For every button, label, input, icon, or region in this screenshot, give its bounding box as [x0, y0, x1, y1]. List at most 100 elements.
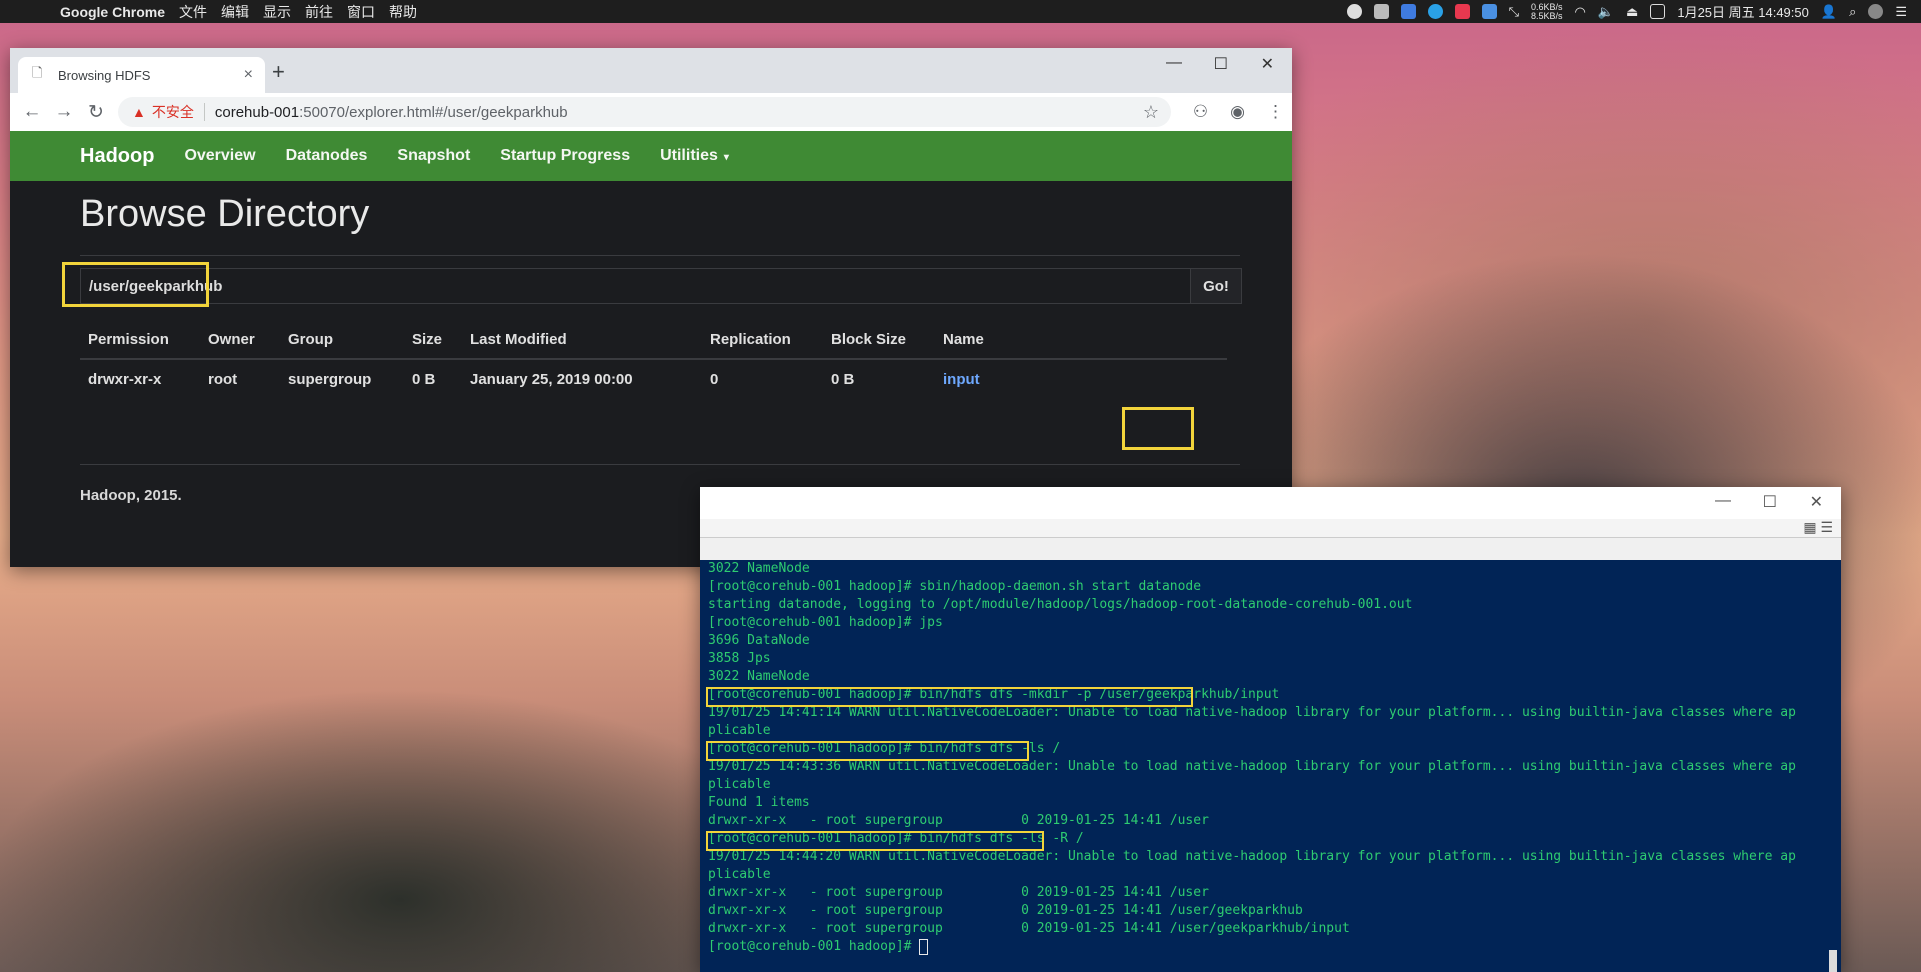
- highlight-mkdir-command: [706, 687, 1193, 707]
- minimize-icon[interactable]: —: [1166, 54, 1182, 72]
- menu-view[interactable]: 显示: [263, 2, 291, 22]
- terminal-close-icon[interactable]: ✕: [1810, 492, 1823, 512]
- terminal-line: drwxr-xr-x - root supergroup 0 2019-01-2…: [708, 921, 1350, 936]
- terminal-line: plicable: [708, 777, 771, 792]
- table-row: drwxr-xr-x root supergroup 0 B January 2…: [80, 359, 1227, 398]
- directory-link-input[interactable]: input: [943, 371, 980, 388]
- link-icon[interactable]: ⤡: [1509, 4, 1519, 20]
- user-icon[interactable]: 👤: [1821, 4, 1837, 20]
- tab-title: Browsing HDFS: [58, 67, 151, 83]
- col-last-modified[interactable]: Last Modified: [462, 324, 702, 360]
- col-owner[interactable]: Owner: [200, 324, 280, 360]
- spotlight-search-icon[interactable]: ⌕: [1849, 4, 1856, 20]
- toolbar-actions: ⚇ ◉ ⋮: [1193, 93, 1284, 131]
- cell-replication: 0: [710, 371, 719, 388]
- input-method-icon[interactable]: [1650, 4, 1666, 19]
- hadoop-brand[interactable]: Hadoop: [80, 145, 154, 168]
- nav-startup-progress[interactable]: Startup Progress: [500, 147, 630, 165]
- not-secure-label[interactable]: 不安全: [152, 102, 194, 122]
- browser-toolbar: ← → ↻ ▲ 不安全 corehub-001 :50070/explorer.…: [10, 93, 1292, 131]
- back-icon[interactable]: ←: [16, 101, 48, 123]
- nav-snapshot[interactable]: Snapshot: [397, 147, 470, 165]
- terminal-line: Found 1 items: [708, 795, 810, 810]
- tab-browsing-hdfs[interactable]: 🗋 Browsing HDFS ×: [18, 57, 265, 93]
- menu-window[interactable]: 窗口: [347, 2, 375, 22]
- nav-utilities[interactable]: Utilities ▾: [660, 147, 729, 165]
- col-block-size[interactable]: Block Size: [823, 324, 935, 360]
- translate-icon[interactable]: [1481, 4, 1497, 19]
- footer-text: Hadoop, 2015.: [80, 487, 182, 504]
- layout-grid-icon[interactable]: ▦ ☰: [1803, 519, 1833, 536]
- terminal-console[interactable]: 3022 NameNode [root@corehub-001 hadoop]# …: [700, 560, 1841, 972]
- network-speed: 0.6KB/s 8.5KB/s: [1530, 2, 1563, 21]
- new-tab-icon[interactable]: +: [272, 59, 285, 85]
- terminal-line: plicable: [708, 867, 771, 882]
- profile-icon[interactable]: ◉: [1230, 102, 1245, 122]
- terminal-maximize-icon[interactable]: ☐: [1763, 492, 1777, 512]
- terminal-line: 3858 Jps: [708, 651, 771, 666]
- table-header-row: Permission Owner Group Size Last Modifie…: [80, 324, 1227, 360]
- terminal-line: [root@corehub-001 hadoop]#: [708, 938, 1841, 956]
- extension-icon[interactable]: ⚇: [1193, 102, 1208, 122]
- nav-overview[interactable]: Overview: [184, 147, 255, 165]
- eject-icon[interactable]: ⏏: [1626, 4, 1638, 20]
- notification-center-icon[interactable]: ☰: [1895, 4, 1907, 20]
- path-input-group: /user/geekparkhub Go!: [80, 268, 1242, 304]
- terminal-titlebar: — ☐ ✕: [700, 487, 1841, 519]
- terminal-line: starting datanode, logging to /opt/modul…: [708, 597, 1413, 612]
- volume-icon[interactable]: 🔈: [1598, 4, 1614, 20]
- forward-icon[interactable]: →: [48, 101, 80, 123]
- terminal-scrollbar[interactable]: [1829, 950, 1837, 972]
- menu-go[interactable]: 前往: [305, 2, 333, 22]
- col-size[interactable]: Size: [404, 324, 462, 360]
- address-bar[interactable]: ▲ 不安全 corehub-001 :50070/explorer.html#/…: [118, 97, 1171, 127]
- terminal-line: 3022 NameNode: [708, 669, 810, 684]
- net-down: 8.5KB/s: [1530, 10, 1563, 21]
- document-icon: 🗋: [32, 65, 43, 80]
- caret-down-icon: ▾: [723, 152, 729, 163]
- nav-utilities-label: Utilities: [660, 147, 718, 164]
- window-close-icon[interactable]: ✕: [1261, 54, 1274, 74]
- directory-table: Permission Owner Group Size Last Modifie…: [80, 324, 1227, 398]
- divider: [80, 255, 1240, 256]
- wifi-icon[interactable]: ◠: [1575, 4, 1586, 20]
- terminal-toolbar: ▦ ☰: [700, 519, 1841, 538]
- terminal-line: [root@corehub-001 hadoop]# sbin/hadoop-d…: [708, 579, 1202, 594]
- menu-edit[interactable]: 编辑: [221, 2, 249, 22]
- bookmark-star-icon[interactable]: ☆: [1143, 102, 1159, 123]
- maximize-icon[interactable]: ☐: [1214, 54, 1228, 74]
- cell-permission: drwxr-xr-x: [88, 371, 162, 388]
- nav-datanodes[interactable]: Datanodes: [286, 147, 368, 165]
- chat-icon[interactable]: [1427, 4, 1443, 19]
- terminal-cursor: [919, 938, 929, 955]
- siri-icon[interactable]: [1868, 4, 1884, 19]
- terminal-minimize-icon[interactable]: —: [1715, 492, 1731, 510]
- col-replication[interactable]: Replication: [702, 324, 823, 360]
- terminal-line: [root@corehub-001 hadoop]# jps: [708, 615, 943, 630]
- highlight-ls-r-command: [706, 831, 1044, 851]
- music-icon[interactable]: [1454, 4, 1470, 19]
- hadoop-navbar: Hadoop Overview Datanodes Snapshot Start…: [10, 131, 1292, 181]
- footer-divider: [80, 464, 1240, 465]
- terminal-line: 3022 NameNode: [708, 561, 810, 576]
- menu-app-name[interactable]: Google Chrome: [60, 4, 165, 20]
- col-group[interactable]: Group: [280, 324, 404, 360]
- datetime[interactable]: 1月25日 周五 14:49:50: [1677, 2, 1809, 21]
- terminal-line: plicable: [708, 723, 771, 738]
- menu-kebab-icon[interactable]: ⋮: [1267, 102, 1284, 122]
- reload-icon[interactable]: ↻: [80, 101, 112, 124]
- go-button[interactable]: Go!: [1190, 269, 1241, 303]
- cell-last-modified: January 25, 2019 00:00: [470, 371, 633, 388]
- tab-close-icon[interactable]: ×: [244, 66, 253, 84]
- app-tray-icon[interactable]: [1400, 4, 1416, 19]
- col-name[interactable]: Name: [935, 324, 1227, 360]
- page-title: Browse Directory: [80, 193, 370, 235]
- col-permission[interactable]: Permission: [80, 324, 200, 360]
- address-separator: [203, 103, 205, 121]
- url-host: corehub-001: [214, 103, 300, 121]
- menu-help[interactable]: 帮助: [389, 2, 417, 22]
- cell-size: 0 B: [412, 371, 436, 388]
- menu-file[interactable]: 文件: [179, 2, 207, 22]
- card-icon[interactable]: [1373, 4, 1389, 19]
- user-status-icon[interactable]: [1346, 4, 1362, 19]
